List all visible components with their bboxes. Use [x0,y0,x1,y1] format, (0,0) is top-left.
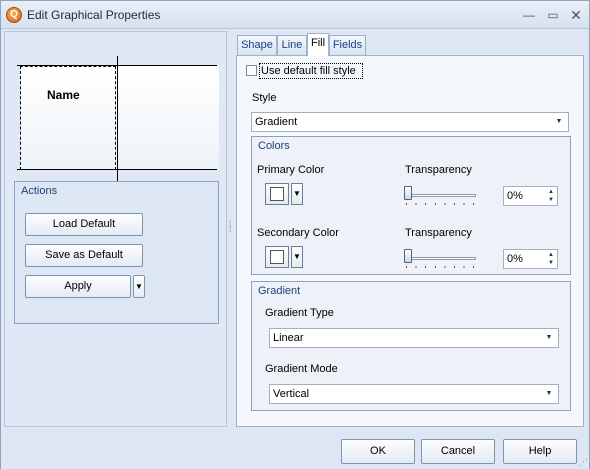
gradient-mode-select[interactable]: Vertical ▼ [269,384,559,404]
chevron-down-icon: ▼ [293,189,301,198]
primary-color-swatch [270,187,284,201]
chevron-down-icon: ▼ [555,118,563,125]
secondary-transparency-slider[interactable] [404,249,476,273]
gradient-mode-value: Vertical [273,388,310,400]
primary-transparency-value: 0% [507,190,523,202]
tab-fill[interactable]: Fill [307,33,329,56]
app-icon: Q [6,7,22,23]
help-button[interactable]: Help [503,439,577,464]
slider-thumb[interactable] [404,186,412,200]
slider-ticks [406,266,474,268]
fill-tab-panel: Use default fill style Style Gradient ▼ … [236,55,584,427]
shape-preview: Name [17,44,219,185]
tab-fields[interactable]: Fields [329,35,366,55]
slider-track [404,194,476,197]
primary-transparency-label: Transparency [405,164,472,176]
secondary-color-button[interactable] [265,246,289,268]
apply-button[interactable]: Apply [25,275,131,298]
gradient-group: Gradient Gradient Type Linear ▼ Gradient… [251,281,571,411]
slider-track [404,257,476,260]
secondary-color-dropdown[interactable]: ▼ [291,246,303,268]
chevron-down-icon: ▼ [135,282,143,291]
preview-name-label: Name [47,88,80,102]
actions-title: Actions [21,185,58,197]
ok-button[interactable]: OK [341,439,415,464]
preview-selection-box [20,66,116,170]
style-label: Style [252,92,277,104]
minimize-button[interactable]: — [517,5,541,25]
primary-transparency-slider[interactable] [404,186,476,210]
apply-dropdown-button[interactable]: ▼ [133,275,145,298]
resize-grip-icon[interactable]: ⋰ [579,457,589,467]
save-as-default-button[interactable]: Save as Default [25,244,143,267]
panel-splitter[interactable]: ⁞ ⁞ [229,220,233,241]
primary-color-button[interactable] [265,183,289,205]
cancel-button[interactable]: Cancel [421,439,495,464]
preview-line-vertical [117,56,118,185]
gradient-title: Gradient [258,285,301,297]
gradient-type-select[interactable]: Linear ▼ [269,328,559,348]
left-panel: Name Actions Load Default Save as Defaul… [4,31,227,427]
style-select-value: Gradient [255,116,298,128]
close-button[interactable]: ✕ [564,5,588,25]
title-bar: Q Edit Graphical Properties — ▭ ✕ [1,1,589,29]
load-default-button[interactable]: Load Default [25,213,143,236]
window-title: Edit Graphical Properties [27,8,161,22]
primary-color-dropdown[interactable]: ▼ [291,183,303,205]
tab-line[interactable]: Line [277,35,307,55]
gradient-mode-label: Gradient Mode [265,363,338,375]
secondary-color-swatch [270,250,284,264]
slider-ticks [406,203,474,205]
chevron-down-icon: ▼ [545,390,553,397]
dialog-window: Q Edit Graphical Properties — ▭ ✕ Name A… [0,0,590,469]
dialog-footer: OK Cancel Help [1,429,589,469]
colors-title: Colors [258,140,290,152]
primary-color-label: Primary Color [257,164,325,176]
slider-thumb[interactable] [404,249,412,263]
use-default-fill-checkbox[interactable] [246,65,257,76]
colors-group: Colors Primary Color Transparency ▼ 0% ▲… [251,136,571,275]
gradient-type-value: Linear [273,332,304,344]
primary-transparency-spinner[interactable]: 0% ▲ ▼ [503,186,558,206]
style-select[interactable]: Gradient ▼ [251,112,569,132]
spinner-arrows-icon[interactable]: ▲ ▼ [547,251,555,267]
maximize-button[interactable]: ▭ [541,5,565,25]
chevron-down-icon: ▼ [293,252,301,261]
gradient-type-label: Gradient Type [265,307,334,319]
secondary-transparency-label: Transparency [405,227,472,239]
use-default-fill-label[interactable]: Use default fill style [259,63,363,79]
tab-shape[interactable]: Shape [237,35,277,55]
chevron-down-icon: ▼ [545,334,553,341]
spinner-arrows-icon[interactable]: ▲ ▼ [547,188,555,204]
actions-group: Actions Load Default Save as Default App… [14,181,219,324]
secondary-transparency-spinner[interactable]: 0% ▲ ▼ [503,249,558,269]
secondary-transparency-value: 0% [507,253,523,265]
secondary-color-label: Secondary Color [257,227,339,239]
